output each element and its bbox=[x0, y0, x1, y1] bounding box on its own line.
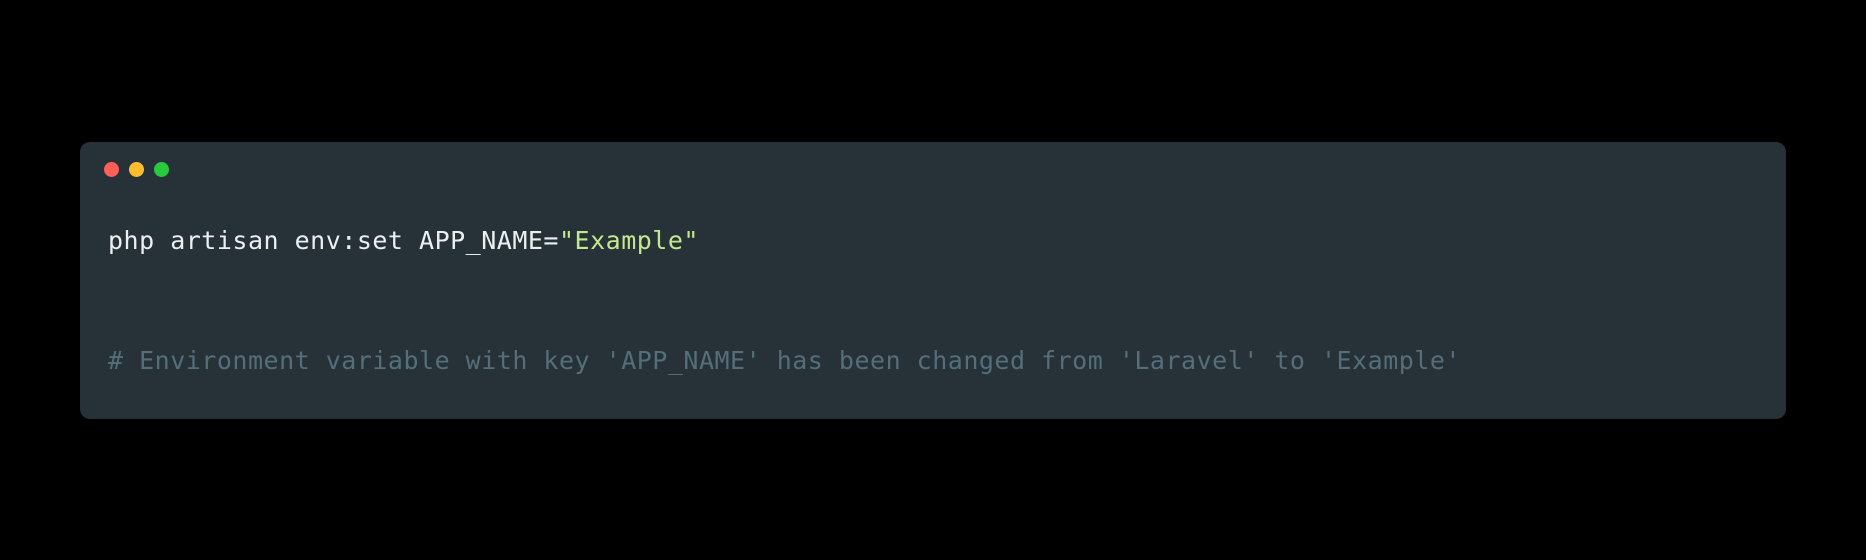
comment-text: # Environment variable with key 'APP_NAM… bbox=[108, 346, 1461, 375]
terminal-window: php artisan env:set APP_NAME="Example" #… bbox=[80, 142, 1786, 419]
output-line: # Environment variable with key 'APP_NAM… bbox=[108, 341, 1758, 381]
blank-line bbox=[108, 261, 1758, 341]
window-titlebar bbox=[80, 142, 1786, 189]
command-line: php artisan env:set APP_NAME="Example" bbox=[108, 221, 1758, 261]
close-icon[interactable] bbox=[104, 162, 119, 177]
string-literal: "Example" bbox=[559, 226, 699, 255]
minimize-icon[interactable] bbox=[129, 162, 144, 177]
command-text: php artisan env:set APP_NAME= bbox=[108, 226, 559, 255]
terminal-body: php artisan env:set APP_NAME="Example" #… bbox=[80, 189, 1786, 419]
maximize-icon[interactable] bbox=[154, 162, 169, 177]
